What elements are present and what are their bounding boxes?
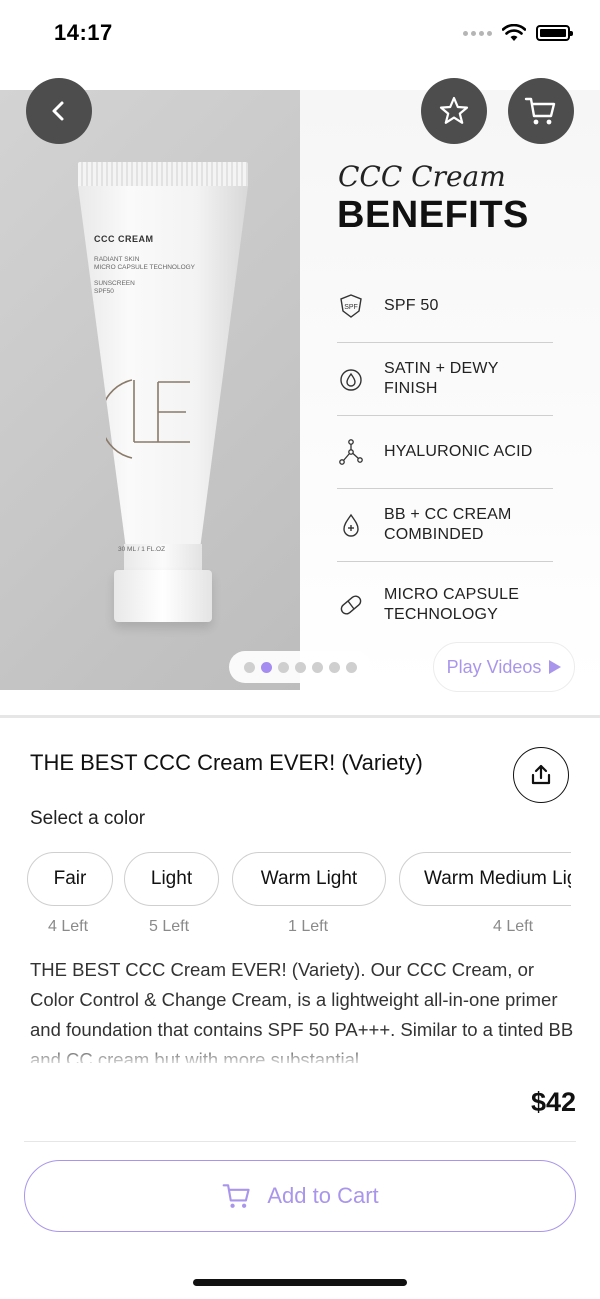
battery-icon	[536, 25, 573, 41]
star-icon	[439, 96, 469, 124]
product-description: THE BEST CCC Cream EVER! (Variety). Our …	[30, 959, 574, 1063]
benefit-label: SPF 50	[384, 297, 439, 314]
benefit-item: SPF SPF 50	[337, 270, 553, 343]
benefit-label: BB + CC CREAM COMBINDED	[384, 506, 512, 543]
back-button[interactable]	[26, 78, 92, 144]
pager-dot[interactable]	[345, 661, 357, 673]
color-option-fair[interactable]: Fair	[27, 852, 113, 906]
drop-icon	[340, 369, 362, 391]
play-videos-button[interactable]: Play Videos	[433, 642, 575, 692]
select-color-label: Select a color	[30, 808, 146, 829]
pager-dot[interactable]	[277, 661, 289, 673]
pager-dot[interactable]	[294, 661, 306, 673]
status-bar: 14:17	[0, 0, 600, 70]
benefit-item: HYALURONIC ACID	[337, 416, 553, 489]
home-indicator	[193, 1279, 407, 1286]
cart-icon	[524, 97, 556, 125]
tube-spf-line-2: SPF50	[94, 288, 114, 295]
tube-line-2: MICRO CAPSULE TECHNOLOGY	[94, 264, 196, 271]
status-icons	[463, 24, 573, 42]
benefits-script-title: CCC Cream	[338, 160, 506, 193]
brand-logo-icon	[106, 379, 190, 459]
checkout-divider	[24, 1141, 576, 1142]
price: $42	[530, 1087, 576, 1117]
favorite-button[interactable]	[421, 78, 487, 144]
benefit-item: MICRO CAPSULE TECHNOLOGY	[337, 562, 553, 648]
capsule-icon	[340, 595, 362, 615]
checkout-bar: $42 Add to Cart	[0, 1063, 600, 1299]
spf-shield-icon: SPF	[340, 294, 362, 318]
add-to-cart-button[interactable]: Add to Cart	[24, 1160, 576, 1232]
cellular-signal-icon	[463, 30, 492, 36]
color-option-label: Warm Light	[260, 868, 358, 889]
color-option-label: Light	[150, 868, 193, 889]
tube-line-1: RADIANT SKIN	[94, 256, 140, 263]
share-button[interactable]	[513, 747, 569, 803]
share-icon	[531, 764, 551, 785]
color-option-light[interactable]: Light	[124, 852, 219, 906]
benefits-title: BENEFITS	[337, 194, 529, 236]
pager-dot[interactable]	[328, 661, 340, 673]
tube-brand-text: CCC CREAM	[94, 234, 154, 244]
pager-dot[interactable]	[311, 661, 323, 673]
stock-count: 5 Left	[149, 918, 190, 935]
benefit-label: SATIN + DEWY FINISH	[384, 360, 499, 397]
stock-count: 4 Left	[48, 918, 89, 935]
color-option-label: Warm Medium Light	[424, 868, 571, 889]
product-tube-image: CCC CREAM RADIANT SKIN MICRO CAPSULE TEC…	[78, 162, 248, 622]
carousel-pager[interactable]	[229, 651, 371, 683]
pager-dot[interactable]	[243, 661, 255, 673]
section-divider	[0, 715, 600, 718]
benefit-item: SATIN + DEWY FINISH	[337, 343, 553, 416]
color-option-label: Fair	[53, 868, 87, 889]
cart-icon	[222, 1184, 250, 1208]
benefit-label: HYALURONIC ACID	[384, 443, 533, 460]
benefit-label: MICRO CAPSULE TECHNOLOGY	[384, 586, 520, 623]
status-time: 14:17	[54, 20, 113, 45]
add-to-cart-label: Add to Cart	[267, 1183, 379, 1208]
chevron-left-icon	[52, 101, 64, 121]
cart-button[interactable]	[508, 78, 574, 144]
benefit-item: BB + CC CREAM COMBINDED	[337, 489, 553, 562]
stock-count: 1 Left	[288, 918, 329, 935]
product-title: THE BEST CCC Cream EVER! (Variety)	[30, 750, 423, 775]
color-option-warm-medium-light[interactable]: Warm Medium Light	[399, 852, 571, 906]
tube-volume-text: 30 ML / 1 FL.OZ	[118, 546, 166, 553]
benefit-list: SPF SPF 50 SATIN + DEWY FINISH HYALURONI…	[337, 270, 553, 648]
svg-text:SPF: SPF	[344, 304, 358, 311]
color-option-warm-light[interactable]: Warm Light	[232, 852, 386, 906]
play-icon	[549, 660, 562, 674]
molecule-icon	[339, 439, 363, 465]
color-selector: Fair Light Warm Light Warm Medium Light …	[0, 850, 571, 945]
stock-count: 4 Left	[493, 918, 534, 935]
pager-dot[interactable]	[260, 661, 272, 673]
tube-spf-line-1: SUNSCREEN	[94, 280, 135, 287]
play-videos-label: Play Videos	[446, 656, 542, 677]
wifi-icon	[502, 24, 526, 41]
product-photo: CCC CREAM RADIANT SKIN MICRO CAPSULE TEC…	[0, 90, 300, 690]
drop-plus-icon	[343, 513, 359, 537]
